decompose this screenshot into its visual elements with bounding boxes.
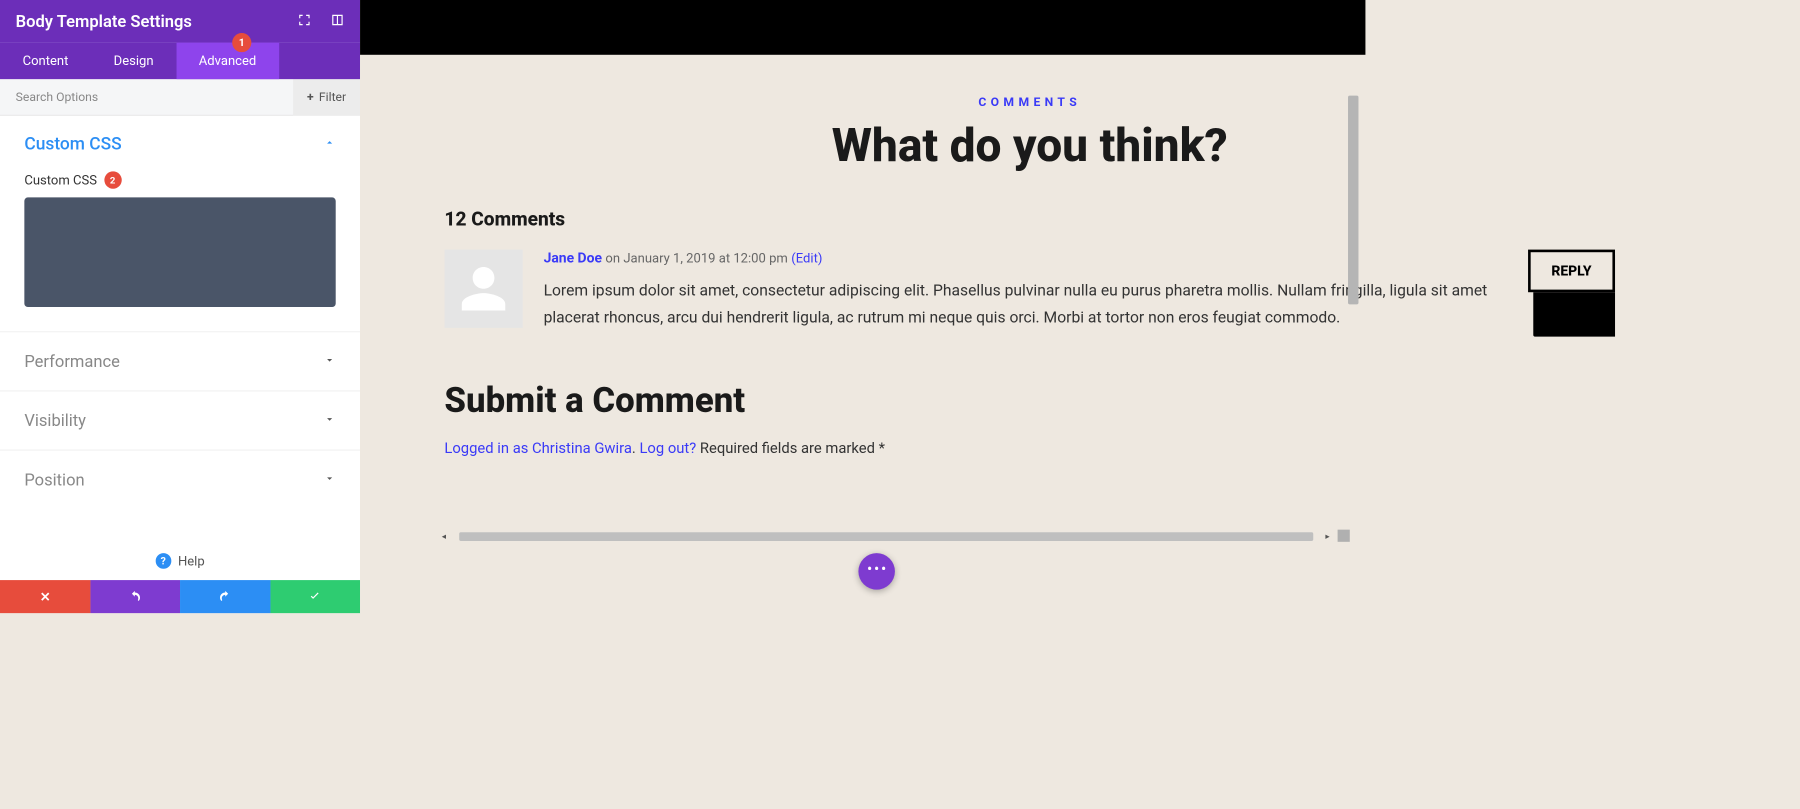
section-title-custom-css: Custom CSS	[24, 133, 121, 154]
required-note: Required fields are marked *	[696, 440, 885, 457]
chevron-down-icon	[324, 412, 336, 429]
settings-tabs: Content Design Advanced 1	[0, 43, 360, 80]
section-title-performance: Performance	[24, 351, 120, 371]
section-custom-css-toggle[interactable]: Custom CSS	[0, 116, 360, 166]
edit-link[interactable]: (Edit)	[791, 250, 822, 266]
tab-content[interactable]: Content	[0, 43, 91, 80]
search-input[interactable]	[0, 90, 293, 104]
preview-topbar	[360, 0, 1365, 55]
undo-button[interactable]	[90, 580, 180, 613]
comment-date: January 1, 2019 at 12:00 pm	[623, 250, 788, 266]
reply-button[interactable]: REPLY	[1528, 250, 1615, 293]
save-button[interactable]	[270, 580, 360, 613]
field-label-custom-css: Custom CSS	[24, 172, 97, 188]
section-performance-toggle[interactable]: Performance	[0, 332, 360, 390]
filter-label: Filter	[319, 90, 346, 104]
scroll-right-icon[interactable]: ▸	[1325, 531, 1335, 541]
eyebrow: COMMENTS	[444, 96, 1615, 110]
tab-advanced[interactable]: Advanced	[176, 43, 279, 80]
chevron-up-icon	[324, 135, 336, 152]
submit-heading: Submit a Comment	[444, 380, 1615, 421]
comment-item: Jane Doe on January 1, 2019 at 12:00 pm …	[444, 250, 1615, 332]
horizontal-scrollbar[interactable]: ◂ ▸	[447, 531, 1348, 541]
custom-css-textarea[interactable]	[24, 197, 335, 307]
help-icon: ?	[155, 553, 171, 569]
ellipsis-icon: •••	[867, 560, 888, 578]
chevron-down-icon	[324, 471, 336, 488]
chevron-down-icon	[324, 353, 336, 370]
logged-in-link[interactable]: Logged in as Christina Gwira	[444, 440, 631, 457]
cancel-button[interactable]	[0, 580, 90, 613]
tab-design[interactable]: Design	[91, 43, 176, 80]
section-title-visibility: Visibility	[24, 410, 86, 430]
badge-2: 2	[104, 171, 121, 188]
badge-1: 1	[232, 33, 251, 52]
avatar	[444, 250, 522, 328]
help-label: Help	[178, 553, 205, 569]
logout-link[interactable]: Log out?	[639, 440, 696, 457]
expand-icon[interactable]	[297, 13, 311, 30]
filter-button[interactable]: +Filter	[293, 79, 360, 116]
search-row: +Filter	[0, 79, 360, 116]
preview-pane: COMMENTS What do you think? 12 Comments …	[360, 0, 1365, 613]
settings-header: Body Template Settings	[0, 0, 360, 43]
help-button[interactable]: ? Help	[0, 542, 360, 580]
comment-author[interactable]: Jane Doe	[544, 250, 602, 267]
section-position-toggle[interactable]: Position	[0, 451, 360, 509]
main-heading: What do you think?	[444, 118, 1615, 172]
builder-fab[interactable]: •••	[858, 553, 895, 590]
section-title-position: Position	[24, 470, 84, 490]
comment-count: 12 Comments	[444, 209, 1615, 231]
submit-meta: Logged in as Christina Gwira. Log out? R…	[444, 440, 1615, 457]
settings-sidebar: Body Template Settings Content Design Ad…	[0, 0, 360, 613]
panel-layout-icon[interactable]	[330, 13, 344, 30]
scroll-left-icon[interactable]: ◂	[442, 531, 452, 541]
section-visibility-toggle[interactable]: Visibility	[0, 391, 360, 449]
panel-title: Body Template Settings	[16, 11, 298, 31]
redo-button[interactable]	[180, 580, 270, 613]
vertical-scrollbar[interactable]	[1348, 96, 1358, 522]
